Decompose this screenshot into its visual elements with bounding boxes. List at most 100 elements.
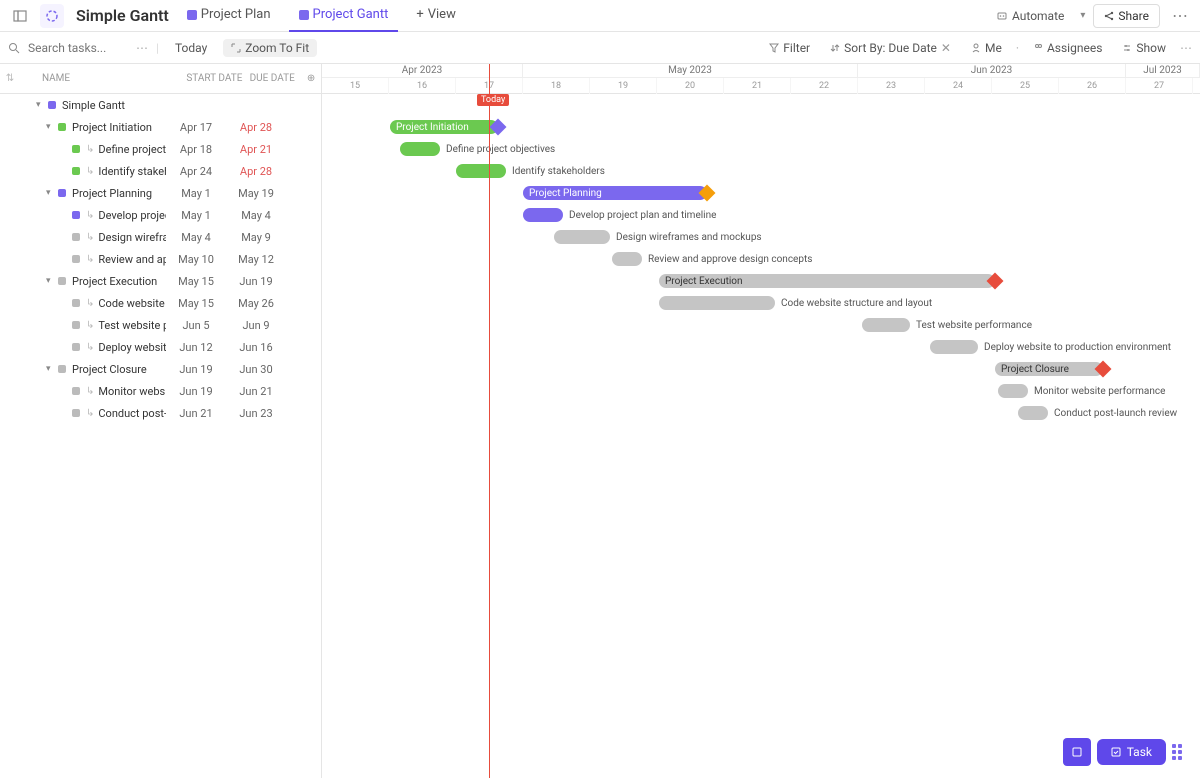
gantt-row[interactable]: Monitor website performance — [322, 380, 1200, 402]
gantt-bar[interactable]: Develop project plan and timeline — [523, 208, 563, 222]
task-name-cell[interactable]: ↳Conduct post-launch review — [0, 407, 166, 420]
gantt-row[interactable] — [322, 94, 1200, 116]
gantt-bar[interactable]: Project Planning — [523, 186, 707, 200]
gantt-bar[interactable]: Deploy website to production environment — [930, 340, 978, 354]
task-name-cell[interactable]: ↳Monitor website performance — [0, 385, 166, 398]
task-name-cell[interactable]: ↳Deploy website to production environmen… — [0, 341, 166, 354]
gantt-row[interactable]: Deploy website to production environment — [322, 336, 1200, 358]
gantt-row[interactable]: Project Execution — [322, 270, 1200, 292]
task-name-cell[interactable]: ↳Code website structure and layout — [0, 297, 166, 310]
task-name-cell[interactable]: ▾Project Closure — [0, 363, 166, 376]
filter-button[interactable]: Filter — [763, 39, 816, 57]
status-dot — [72, 167, 80, 175]
gantt-bar[interactable]: Monitor website performance — [998, 384, 1028, 398]
task-row[interactable]: ▾Project ExecutionMay 15Jun 19 — [0, 270, 321, 292]
task-name-cell[interactable]: ↳Define project objectives — [0, 143, 166, 156]
me-button[interactable]: Me — [965, 39, 1008, 57]
task-name-cell[interactable]: ▾Project Execution — [0, 275, 166, 288]
tab-project-plan[interactable]: Project Plan — [177, 0, 281, 32]
collapse-icon[interactable]: ▾ — [46, 276, 58, 286]
month-cell: Jun 2023 — [858, 64, 1126, 77]
bar-label: Define project objectives — [446, 144, 555, 155]
gantt-row[interactable]: Test website performance — [322, 314, 1200, 336]
collapse-sidebar-icon[interactable] — [8, 4, 32, 28]
collapse-icon[interactable]: ▾ — [36, 100, 48, 110]
search-more-icon[interactable]: ⋯ — [136, 41, 148, 55]
task-row[interactable]: ▾Project PlanningMay 1May 19 — [0, 182, 321, 204]
add-view-button[interactable]: + View — [406, 0, 466, 32]
share-button[interactable]: Share — [1093, 4, 1160, 28]
day-cell: 20 — [657, 78, 724, 94]
assignees-button[interactable]: Assignees — [1027, 39, 1108, 57]
task-row[interactable]: ↳Review and approve design conceptsMay 1… — [0, 248, 321, 270]
gantt-bar[interactable]: Test website performance — [862, 318, 910, 332]
show-label: Show — [1136, 41, 1166, 55]
collapse-icon[interactable]: ▾ — [46, 364, 58, 374]
gantt-row[interactable]: Project Planning — [322, 182, 1200, 204]
task-row[interactable]: ↳Deploy website to production environmen… — [0, 336, 321, 358]
new-task-button[interactable]: Task — [1097, 739, 1166, 765]
gantt-row[interactable]: Conduct post-launch review — [322, 402, 1200, 424]
task-row[interactable]: ▾Project InitiationApr 17Apr 28 — [0, 116, 321, 138]
task-row[interactable]: ↳Monitor website performanceJun 19Jun 21 — [0, 380, 321, 402]
sort-button[interactable]: Sort By: Due Date ✕ — [824, 39, 957, 57]
gantt-row[interactable]: Code website structure and layout — [322, 292, 1200, 314]
month-cell: Jul 2023 — [1126, 64, 1200, 77]
task-row[interactable]: ▾Project ClosureJun 19Jun 30 — [0, 358, 321, 380]
gantt-bar[interactable]: Identify stakeholders — [456, 164, 506, 178]
tab-project-gantt[interactable]: Project Gantt — [289, 0, 399, 32]
task-name-cell[interactable]: ↳Develop project plan and timeline — [0, 209, 166, 222]
gantt-bar[interactable]: Design wireframes and mockups — [554, 230, 610, 244]
gantt-row[interactable]: Identify stakeholders — [322, 160, 1200, 182]
clear-sort-icon[interactable]: ✕ — [941, 41, 951, 55]
task-row[interactable]: ↳Identify stakeholdersApr 24Apr 28 — [0, 160, 321, 182]
gantt-row[interactable]: Develop project plan and timeline — [322, 204, 1200, 226]
task-row[interactable]: ↳Design wireframes and mockupsMay 4May 9 — [0, 226, 321, 248]
more-menu-icon[interactable]: ⋯ — [1168, 4, 1192, 28]
today-button[interactable]: Today — [167, 39, 215, 57]
gantt-row[interactable]: Design wireframes and mockups — [322, 226, 1200, 248]
gantt-bar[interactable]: Project Execution — [659, 274, 995, 288]
app-logo-icon[interactable] — [40, 4, 64, 28]
expand-all-icon[interactable]: ⇅ — [0, 73, 20, 84]
zoom-to-fit-button[interactable]: Zoom To Fit — [223, 39, 317, 57]
task-name-cell[interactable]: ↳Test website performance — [0, 319, 166, 332]
task-row[interactable]: ▾Simple Gantt — [0, 94, 321, 116]
task-btn-label: Task — [1127, 745, 1152, 759]
gantt-bar[interactable]: Project Closure — [995, 362, 1103, 376]
gantt-bar[interactable]: Project Initiation — [390, 120, 498, 134]
search-input[interactable] — [28, 41, 128, 55]
add-column-button[interactable]: ⊕ — [301, 73, 321, 84]
task-row[interactable]: ↳Conduct post-launch reviewJun 21Jun 23 — [0, 402, 321, 424]
collapse-icon[interactable]: ▾ — [46, 122, 58, 132]
show-button[interactable]: Show — [1116, 39, 1172, 57]
quick-action-button[interactable] — [1063, 738, 1091, 766]
task-row[interactable]: ↳Develop project plan and timelineMay 1M… — [0, 204, 321, 226]
gantt-bar[interactable]: Define project objectives — [400, 142, 440, 156]
gantt-row[interactable]: Project Closure — [322, 358, 1200, 380]
zoom-label: Zoom To Fit — [245, 41, 309, 55]
task-row[interactable]: ↳Test website performanceJun 5Jun 9 — [0, 314, 321, 336]
chevron-down-icon[interactable]: ▾ — [1080, 10, 1085, 21]
gantt-row[interactable]: Review and approve design concepts — [322, 248, 1200, 270]
day-cell: 15 — [322, 78, 389, 94]
task-name-cell[interactable]: ▾Project Planning — [0, 187, 166, 200]
gantt-body[interactable]: Project Initiation Define project objecti… — [322, 94, 1200, 424]
gantt-bar[interactable]: Conduct post-launch review — [1018, 406, 1048, 420]
apps-button[interactable] — [1172, 740, 1188, 764]
automate-button[interactable]: Automate — [988, 5, 1072, 27]
gantt-bar[interactable]: Code website structure and layout — [659, 296, 775, 310]
gantt-bar[interactable]: Review and approve design concepts — [612, 252, 642, 266]
collapse-icon[interactable]: ▾ — [46, 188, 58, 198]
toolbar-more-icon[interactable]: ⋯ — [1180, 41, 1192, 55]
task-name-cell[interactable]: ▾Project Initiation — [0, 121, 166, 134]
gantt-row[interactable]: Project Initiation — [322, 116, 1200, 138]
gantt-row[interactable]: Define project objectives — [322, 138, 1200, 160]
task-name-cell[interactable]: ↳Design wireframes and mockups — [0, 231, 166, 244]
task-row[interactable]: ↳Code website structure and layoutMay 15… — [0, 292, 321, 314]
task-name-cell[interactable]: ↳Identify stakeholders — [0, 165, 166, 178]
task-name-cell[interactable]: ↳Review and approve design concepts — [0, 253, 166, 266]
task-name-cell[interactable]: ▾Simple Gantt — [0, 99, 166, 112]
task-row[interactable]: ↳Define project objectivesApr 18Apr 21 — [0, 138, 321, 160]
task-start-date: May 1 — [166, 187, 226, 200]
